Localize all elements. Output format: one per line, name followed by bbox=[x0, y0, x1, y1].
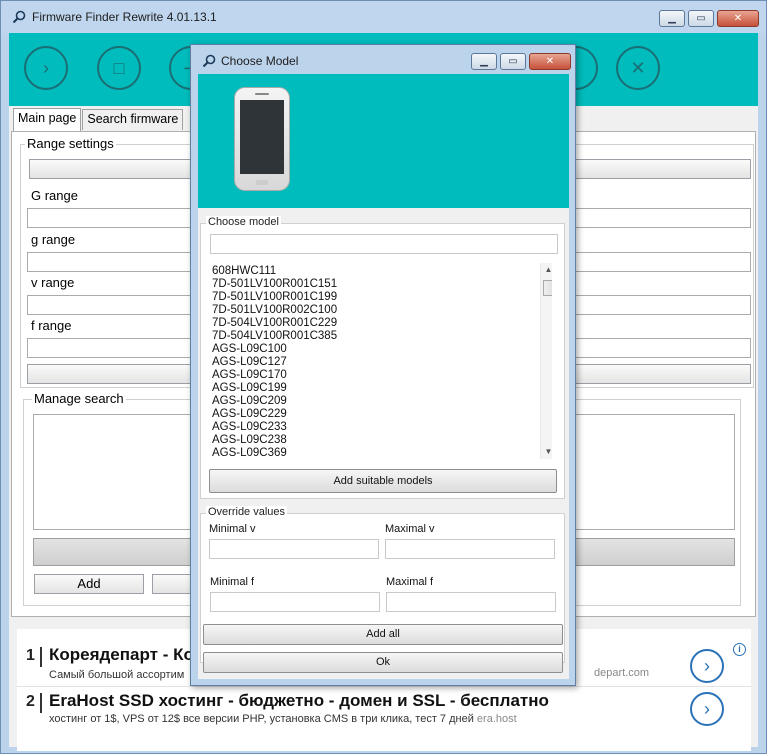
chevron-right-icon: › bbox=[704, 655, 710, 676]
play-icon: › bbox=[43, 57, 49, 78]
stop-icon: □ bbox=[113, 57, 125, 78]
dialog-header-banner bbox=[198, 74, 569, 208]
close-button[interactable]: ✕ bbox=[529, 53, 571, 70]
scroll-down-icon[interactable]: ▼ bbox=[541, 445, 552, 459]
maximal-v-field[interactable] bbox=[385, 539, 555, 559]
add-all-button[interactable]: Add all bbox=[203, 624, 563, 645]
list-item[interactable]: AGS-L09C238 bbox=[212, 434, 287, 447]
list-item[interactable]: AGS-L09C127 bbox=[212, 356, 287, 369]
ad-description: Самый большой ассортим bbox=[49, 669, 185, 681]
scrollbar-thumb[interactable] bbox=[543, 280, 552, 296]
manage-search-title: Manage search bbox=[32, 391, 126, 406]
dialog-caption-buttons: ▁ ▭ ✕ bbox=[471, 53, 571, 70]
add-suitable-models-button[interactable]: Add suitable models bbox=[209, 469, 557, 493]
minimal-v-label: Minimal v bbox=[209, 523, 256, 535]
list-item[interactable]: 7D-504LV100R001C385 bbox=[212, 330, 337, 343]
list-item[interactable]: 7D-501LV100R001C199 bbox=[212, 291, 337, 304]
ad-number: 1 bbox=[26, 647, 35, 664]
model-list[interactable]: 608HWC111 7D-501LV100R001C151 7D-501LV100R… bbox=[204, 263, 552, 459]
scroll-up-icon[interactable]: ▲ bbox=[541, 263, 552, 277]
ad-description: хостинг от 1$, VPS от 12$ все версии PHP… bbox=[49, 713, 517, 725]
ad-separator bbox=[40, 693, 42, 713]
dialog-client-area: Choose model 608HWC111 7D-501LV100R001C15… bbox=[198, 74, 569, 679]
phone-screen bbox=[240, 100, 284, 174]
minimal-v-field[interactable] bbox=[209, 539, 379, 559]
list-item[interactable]: 7D-501LV100R001C151 bbox=[212, 278, 337, 291]
tab-main-page[interactable]: Main page bbox=[13, 108, 82, 131]
list-item[interactable]: AGS-L09C170 bbox=[212, 369, 287, 382]
maximize-icon: ▭ bbox=[696, 13, 706, 24]
magnifier-app-icon bbox=[12, 10, 26, 24]
choose-model-title: Choose model bbox=[206, 216, 281, 228]
ad-title[interactable]: Кореядепарт - Кор bbox=[49, 645, 204, 665]
ok-button[interactable]: Ok bbox=[203, 652, 563, 673]
phone-speaker bbox=[255, 93, 269, 95]
ad-title[interactable]: EraHost SSD хостинг - бюджетно - домен и… bbox=[49, 691, 549, 711]
choose-model-group: Choose model 608HWC111 7D-501LV100R001C15… bbox=[200, 216, 565, 499]
model-search-input[interactable] bbox=[210, 234, 558, 254]
magnifier-app-icon bbox=[202, 54, 216, 68]
play-button[interactable]: › bbox=[24, 46, 68, 90]
f-range-label: f range bbox=[31, 318, 72, 333]
minimal-f-field[interactable] bbox=[210, 592, 380, 612]
chevron-right-icon: › bbox=[704, 698, 710, 719]
phone-home-button bbox=[256, 180, 268, 185]
dialog-titlebar[interactable]: Choose Model ▁ ▭ ✕ bbox=[191, 45, 575, 75]
list-item[interactable]: AGS-L09C369 bbox=[212, 447, 287, 459]
smartphone-icon bbox=[234, 87, 290, 191]
main-window-title: Firmware Finder Rewrite 4.01.13.1 bbox=[32, 10, 217, 24]
ad-description-text: хостинг от 1$, VPS от 12$ все версии PHP… bbox=[49, 713, 474, 725]
tab-search-firmware[interactable]: Search firmware bbox=[82, 109, 184, 130]
override-values-title: Override values bbox=[206, 506, 288, 518]
list-item[interactable]: 608HWC111 bbox=[212, 265, 276, 278]
close-icon: ✕ bbox=[545, 56, 555, 67]
maximal-f-label: Maximal f bbox=[386, 576, 434, 588]
list-item[interactable]: AGS-L09C233 bbox=[212, 421, 287, 434]
minimize-icon: ▁ bbox=[668, 13, 676, 24]
ad-separator bbox=[40, 647, 42, 667]
ad-item-2[interactable]: 2 EraHost SSD хостинг - бюджетно - домен… bbox=[17, 687, 751, 745]
close-icon: ✕ bbox=[733, 13, 743, 24]
main-caption-buttons: ▁ ▭ ✕ bbox=[659, 10, 759, 27]
minimize-icon: ▁ bbox=[480, 56, 488, 67]
maximize-icon: ▭ bbox=[508, 56, 518, 67]
ad-open-button[interactable]: › bbox=[690, 649, 724, 683]
main-tabs: Main page Search firmware bbox=[13, 108, 184, 131]
dialog-title: Choose Model bbox=[221, 54, 299, 68]
g-small-range-label: g range bbox=[31, 232, 76, 247]
range-settings-title: Range settings bbox=[25, 136, 116, 151]
close-button[interactable]: ✕ bbox=[717, 10, 759, 27]
g-range-label: G range bbox=[31, 188, 78, 203]
list-item[interactable]: AGS-L09C199 bbox=[212, 382, 287, 395]
maximize-button[interactable]: ▭ bbox=[688, 10, 714, 27]
list-item[interactable]: 7D-504LV100R001C229 bbox=[212, 317, 337, 330]
model-list-scrollbar[interactable]: ▲ ▼ bbox=[540, 263, 552, 459]
ad-open-button[interactable]: › bbox=[690, 692, 724, 726]
list-item[interactable]: AGS-L09C100 bbox=[212, 343, 287, 356]
v-range-label: v range bbox=[31, 275, 75, 290]
main-titlebar[interactable]: Firmware Finder Rewrite 4.01.13.1 ▁ ▭ ✕ bbox=[1, 1, 766, 33]
ad-domain: depart.com bbox=[594, 667, 650, 679]
maximal-v-label: Maximal v bbox=[385, 523, 435, 535]
list-item[interactable]: AGS-L09C209 bbox=[212, 395, 287, 408]
ad-domain: era.host bbox=[476, 713, 517, 725]
stop-button[interactable]: □ bbox=[97, 46, 141, 90]
add-button[interactable]: Add bbox=[34, 574, 144, 594]
cancel-toolbar-button[interactable]: ✕ bbox=[616, 46, 660, 90]
maximal-f-field[interactable] bbox=[386, 592, 556, 612]
close-icon: ✕ bbox=[630, 57, 646, 78]
minimize-button[interactable]: ▁ bbox=[659, 10, 685, 27]
choose-model-dialog: Choose Model ▁ ▭ ✕ Choose model 608HWC11… bbox=[190, 44, 576, 686]
list-item[interactable]: 7D-501LV100R002C100 bbox=[212, 304, 337, 317]
maximize-button[interactable]: ▭ bbox=[500, 53, 526, 70]
ad-number: 2 bbox=[26, 693, 35, 710]
list-item[interactable]: AGS-L09C229 bbox=[212, 408, 287, 421]
minimize-button[interactable]: ▁ bbox=[471, 53, 497, 70]
minimal-f-label: Minimal f bbox=[210, 576, 255, 588]
